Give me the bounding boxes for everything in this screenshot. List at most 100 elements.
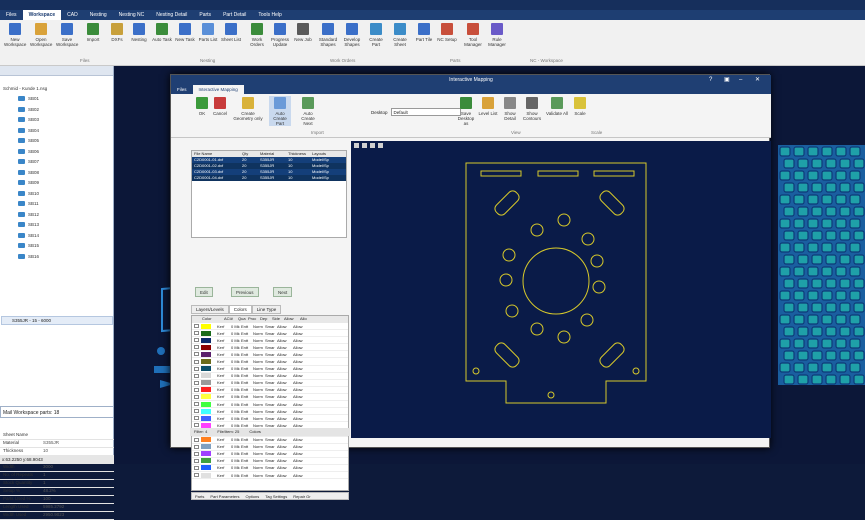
ribbon-btn-create-part[interactable]: Create Part xyxy=(365,22,387,47)
layer-checkbox[interactable] xyxy=(194,387,199,392)
ribbon-btn-progress-update[interactable]: Progress Update xyxy=(269,22,291,47)
dialog-btn-auto-create-part[interactable]: Auto Create Part xyxy=(269,96,291,126)
layer-checkbox[interactable] xyxy=(194,473,199,478)
layer-row[interactable]: Kerf0 MkEnttNormSmarAllowAllow xyxy=(192,337,348,345)
layer-row[interactable]: Kerf0 MkEnttNormSmarAllowAllow xyxy=(192,415,348,423)
layer-checkbox[interactable] xyxy=(194,331,199,336)
tree-item[interactable]: SB13 xyxy=(18,222,39,227)
tree-item[interactable]: SB14 xyxy=(18,232,39,238)
ribbon-btn-develop-shapes[interactable]: Develop Shapes xyxy=(341,22,363,47)
layer-row[interactable]: Kerf0 MkEnttNormSmarAllowAllow xyxy=(192,358,348,366)
ribbon-btn-create-sheet[interactable]: Create Sheet xyxy=(389,22,411,47)
tree-item[interactable]: SB16 xyxy=(18,253,39,259)
bottom-tab[interactable]: Options xyxy=(242,493,262,499)
ribbon-btn-new-job[interactable]: New Job xyxy=(292,22,314,42)
ribbon-btn-new-task[interactable]: New Task xyxy=(174,22,196,42)
bottom-tab[interactable]: Parts xyxy=(192,493,207,499)
layer-row[interactable]: Kerf0 MkEnttNormSmarAllowAllow xyxy=(192,451,348,458)
restore-icon[interactable]: ▣ xyxy=(724,76,730,84)
ribbon-btn-import[interactable]: Import xyxy=(82,22,104,42)
layer-row[interactable]: Kerf0 MkEnttNormSmarAllowAllow xyxy=(192,408,348,416)
bottom-tab[interactable]: Tag Settings xyxy=(262,493,290,499)
tree-item[interactable]: SB06 xyxy=(18,148,39,154)
tab-nesting-nc[interactable]: Nesting NC xyxy=(113,10,151,20)
ribbon-btn-parts-list[interactable]: Parts List xyxy=(197,22,219,42)
layer-checkbox[interactable] xyxy=(194,416,199,421)
layer-checkbox[interactable] xyxy=(194,458,199,463)
layer-row[interactable]: Kerf0 MkEnttNormSmarAllowAllow xyxy=(192,394,348,402)
dialog-btn-show-detail[interactable]: Show Detail xyxy=(499,96,521,121)
tab-nesting-detail[interactable]: Nesting Detail xyxy=(150,10,193,20)
zoom-icon[interactable] xyxy=(354,143,359,148)
ribbon-btn-rule-manager[interactable]: Rule Manager xyxy=(486,22,508,47)
tree-root[interactable]: Schmid - Kunde 1.nsg xyxy=(3,86,47,91)
layer-row[interactable]: Kerf0 MkEnttNormSmarAllowAllow xyxy=(192,380,348,387)
layer-checkbox[interactable] xyxy=(194,345,199,350)
select-icon[interactable] xyxy=(378,143,383,148)
layer-checkbox[interactable] xyxy=(194,380,199,385)
layer-checkbox[interactable] xyxy=(194,444,199,449)
tab-workspace[interactable]: Workspace xyxy=(22,10,62,20)
tab-cad[interactable]: CAD xyxy=(61,10,84,20)
tab-nesting[interactable]: Nesting xyxy=(84,10,113,20)
minimize-icon[interactable]: – xyxy=(739,76,742,84)
ribbon-btn-auto-task[interactable]: Auto Task xyxy=(151,22,173,42)
layer-checkbox[interactable] xyxy=(194,451,199,456)
layer-row[interactable]: Kerf0 MkEnttNormSmarAllowAllow xyxy=(192,366,348,373)
close-icon[interactable]: ✕ xyxy=(755,76,760,84)
tree-item[interactable]: SB11 xyxy=(18,201,39,206)
dialog-btn-create-geometry-only[interactable]: Create Geometry only xyxy=(231,96,265,121)
tab-tools-help[interactable]: Tools Help xyxy=(252,10,287,20)
tab-parts[interactable]: Parts xyxy=(193,10,217,20)
tree-item[interactable]: SB09 xyxy=(18,180,39,185)
tree-selected-sheet[interactable]: S355JR - 15 - 6000 xyxy=(1,316,113,325)
dialog-btn-scale[interactable]: Scale xyxy=(569,96,591,116)
part-preview-canvas[interactable] xyxy=(351,141,771,438)
layer-row[interactable]: Kerf0 MkEnttNormSmarAllowAllow xyxy=(192,373,348,380)
layer-checkbox[interactable] xyxy=(194,324,199,329)
layer-checkbox[interactable] xyxy=(194,465,199,470)
fit-icon[interactable] xyxy=(370,143,375,148)
layer-checkbox[interactable] xyxy=(194,366,199,371)
ribbon-btn-work-orders[interactable]: Work Orders xyxy=(246,22,268,47)
next-button[interactable]: Next xyxy=(273,287,293,297)
layer-tab[interactable]: Line Type xyxy=(251,305,282,314)
layer-checkbox[interactable] xyxy=(194,352,199,357)
ribbon-btn-standard-shapes[interactable]: Standard Shapes xyxy=(317,22,339,47)
dialog-btn-auto-create-next[interactable]: Auto Create Next xyxy=(297,96,319,126)
ribbon-btn-new-workspace[interactable]: New Workspace xyxy=(4,22,26,47)
layer-tab[interactable]: Colors xyxy=(228,305,252,314)
tab-files[interactable]: Files xyxy=(0,10,23,20)
layer-row[interactable]: Kerf0 MkEnttNormSmarAllowAllow xyxy=(192,323,348,331)
layer-checkbox[interactable] xyxy=(194,394,199,399)
layer-row[interactable]: Kerf0 MkEnttNormSmarAllowAllow xyxy=(192,401,348,409)
dialog-tab[interactable]: Interactive Mapping xyxy=(192,85,244,94)
ribbon-btn-tool-manager[interactable]: Tool Manager xyxy=(462,22,484,47)
layer-checkbox[interactable] xyxy=(194,409,199,414)
tree-item[interactable]: SB01 xyxy=(18,96,39,101)
layer-row[interactable]: Kerf0 MkEnttNormSmarAllowAllow xyxy=(192,351,348,359)
layer-checkbox[interactable] xyxy=(194,338,199,343)
previous-button[interactable]: Previous xyxy=(231,287,259,297)
pan-icon[interactable] xyxy=(362,143,367,148)
tree-item[interactable]: SB15 xyxy=(18,243,39,248)
dialog-btn-validate-all[interactable]: Validate All xyxy=(546,96,568,116)
dialog-btn-level-list[interactable]: Level List xyxy=(477,96,499,116)
layer-row[interactable]: Kerf0 MkEnttNormSmarAllowAllow xyxy=(192,465,348,472)
help-icon[interactable]: ? xyxy=(709,76,712,84)
ribbon-btn-nesting[interactable]: Nesting xyxy=(128,22,150,42)
desktop-select[interactable]: Default xyxy=(390,108,461,116)
tree-item[interactable]: SB10 xyxy=(18,190,39,196)
layer-checkbox[interactable] xyxy=(194,437,199,442)
layer-checkbox[interactable] xyxy=(194,402,199,407)
tree-item[interactable]: SB07 xyxy=(18,159,39,164)
bottom-tab[interactable]: Part Parameters xyxy=(207,493,242,499)
layer-row[interactable]: Kerf0 MkEnttNormSmarAllowAllow xyxy=(192,437,348,444)
tree-item[interactable]: SB12 xyxy=(18,211,39,217)
bottom-tab[interactable]: Repair Gr xyxy=(290,493,313,499)
tab-part-detail[interactable]: Part Detail xyxy=(217,10,252,20)
dialog-btn-cancel[interactable]: Cancel xyxy=(209,96,231,116)
layer-row[interactable]: Kerf0 MkEnttNormSmarAllowAllow xyxy=(192,387,348,394)
ribbon-btn-open-workspace[interactable]: Open Workspace xyxy=(30,22,52,47)
ribbon-btn-save-workspace[interactable]: Save Workspace xyxy=(56,22,78,47)
